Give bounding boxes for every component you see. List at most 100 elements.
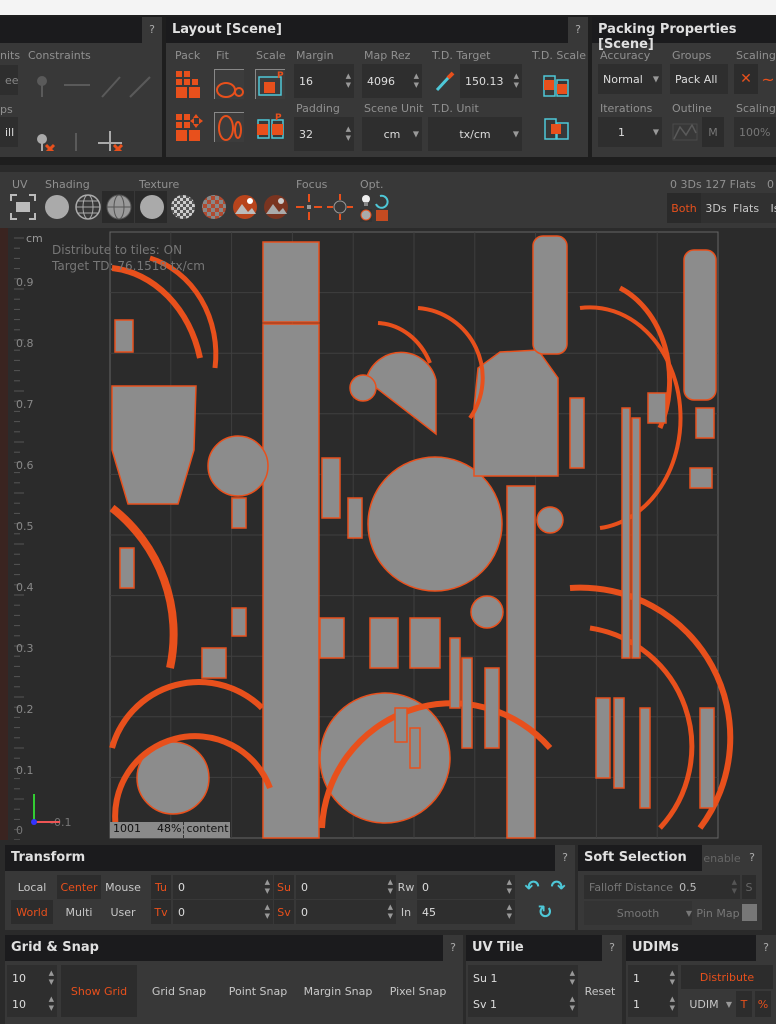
falloff-field[interactable]: Falloff Distance 0.5 ▲ ▼ [584,875,740,899]
s-button[interactable]: S [742,875,756,899]
help-button[interactable]: ? [756,935,776,961]
units-field[interactable]: ee [0,65,19,95]
td-target-field[interactable]: 150.13 ▲ ▼ [460,64,522,98]
filter-is-button[interactable]: Is [765,193,776,223]
spinner[interactable]: ▲ ▼ [388,878,393,896]
uv-island[interactable] [231,607,247,637]
uv-island[interactable] [506,485,536,839]
texture-checker-icon[interactable] [168,192,198,222]
tv-button[interactable]: Tv [151,900,171,924]
spinner[interactable]: ▲ ▼ [49,995,54,1013]
su-button[interactable]: Su [274,875,294,899]
spinner[interactable]: ▲ ▼ [388,903,393,921]
maps-field[interactable]: ill [0,117,18,147]
uv-island[interactable] [111,385,197,505]
multi-button[interactable]: Multi [57,900,101,924]
pack-move-icon[interactable] [174,112,204,142]
grid-v-field[interactable]: 10 ▲ ▼ [7,991,57,1017]
udim-field-1[interactable]: 1 ▲ ▼ [628,965,678,991]
uv-island[interactable] [484,667,500,749]
filter-3ds-button[interactable]: 3Ds [701,193,731,223]
opt-icons[interactable] [358,192,392,224]
scaling-wave-icon[interactable]: ~ [760,64,776,94]
spinner[interactable]: ▲ ▼ [670,969,675,987]
texture-image-alt-icon[interactable] [261,192,291,222]
scaling-percent-field[interactable]: 100% [734,117,776,147]
local-button[interactable]: Local [11,875,53,899]
uv-island[interactable] [569,397,585,469]
enable-toggle[interactable]: enable [702,845,742,871]
spinner[interactable]: ▲ ▼ [507,903,512,921]
uv-island[interactable] [347,497,363,539]
accuracy-dropdown[interactable]: Normal ▼ [598,64,662,94]
point-snap-button[interactable]: Point Snap [219,965,297,1017]
rotate-ccw-icon[interactable]: ↶ [521,875,543,899]
outline-m-button[interactable]: M [702,117,724,147]
filter-flats-button[interactable]: Flats [731,193,761,223]
groups-dropdown[interactable]: Pack All [670,64,728,94]
spinner[interactable]: ▲ ▼ [732,878,737,896]
uv-island[interactable] [621,407,631,659]
uv-island[interactable] [349,374,377,402]
iterations-dropdown[interactable]: 1 ▼ [598,117,662,147]
shading-solid-icon[interactable] [42,192,72,222]
tv-field[interactable]: 0 ▲ ▼ [173,900,273,924]
uv-island[interactable] [394,707,408,743]
spinner[interactable]: ▲ ▼ [265,903,270,921]
tu-field[interactable]: 0 ▲ ▼ [173,875,273,899]
pin-map-checkbox[interactable] [742,904,757,921]
texture-image-icon[interactable] [230,192,260,222]
margin-field[interactable]: 16 ▲ ▼ [294,64,354,98]
constraint-icons[interactable] [28,65,158,151]
texture-color-checker-icon[interactable] [199,192,229,222]
percent-toggle[interactable]: % [755,991,771,1017]
uv-island[interactable] [319,692,451,824]
spinner[interactable]: ▲ ▼ [346,72,351,90]
scaling-off-button[interactable]: ✕ [734,64,758,94]
pack-icon[interactable] [174,69,204,99]
eyedropper-icon[interactable] [434,69,456,93]
smooth-dropdown[interactable]: Smooth [584,901,692,925]
uv-island[interactable] [461,657,473,749]
uv-island[interactable] [689,467,713,489]
spinner[interactable]: ▲ ▼ [570,995,575,1013]
help-button[interactable]: ? [568,17,588,43]
uv-island[interactable] [595,697,611,779]
spinner[interactable]: ▲ ▼ [514,72,519,90]
uv-island[interactable] [631,417,641,659]
grid-snap-button[interactable]: Grid Snap [140,965,218,1017]
help-button[interactable]: ? [555,845,575,871]
focus-all-icon[interactable] [325,192,355,222]
map-rez-field[interactable]: 4096 ▲ ▼ [362,64,422,98]
uv-island[interactable] [119,547,135,589]
help-button[interactable]: ? [602,935,622,961]
help-button[interactable]: ? [443,935,463,961]
uv-island[interactable] [409,617,441,669]
uv-island[interactable] [647,392,667,424]
user-button[interactable]: User [103,900,143,924]
spinner[interactable]: ▲ ▼ [507,878,512,896]
uv-island[interactable] [470,595,504,629]
uv-island[interactable] [201,647,227,679]
help-button[interactable]: ? [142,17,162,43]
udim-field-2[interactable]: 1 ▲ ▼ [628,991,678,1017]
pixel-snap-button[interactable]: Pixel Snap [379,965,457,1017]
uv-frame-icon[interactable] [8,192,38,222]
mouse-button[interactable]: Mouse [103,875,143,899]
shading-solid-wire-icon[interactable] [104,192,134,222]
shading-wireframe-icon[interactable] [73,192,103,222]
uv-island[interactable] [409,727,421,769]
uv-island[interactable] [207,435,269,497]
uv-island[interactable] [536,506,564,534]
outline-icon[interactable] [672,121,698,143]
spinner[interactable]: ▲ ▼ [265,878,270,896]
uv-island[interactable] [683,249,717,401]
fit-icon[interactable] [214,69,244,99]
spinner[interactable]: ▲ ▼ [346,125,351,143]
uv-island[interactable] [114,319,134,353]
uv-island[interactable] [473,349,559,477]
uv-island[interactable] [262,241,320,323]
uv-island[interactable] [262,323,320,839]
margin-snap-button[interactable]: Margin Snap [299,965,377,1017]
uv-viewport[interactable]: cm Distribute to tiles: ON Target TD: 76… [0,228,776,840]
